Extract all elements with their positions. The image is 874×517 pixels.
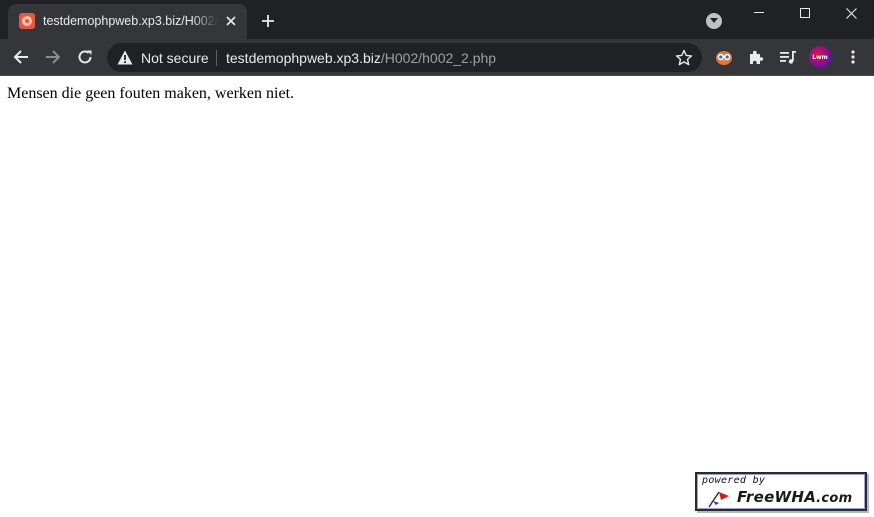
badge-powered-by: powered by	[702, 475, 766, 486]
back-arrow-icon[interactable]	[9, 45, 33, 69]
badge-brand-suffix: .com	[816, 491, 853, 506]
badge-brand: FreeWHA.com	[737, 488, 852, 506]
new-tab-button[interactable]	[258, 11, 278, 31]
forward-arrow-icon[interactable]	[41, 45, 65, 69]
omnibox-divider	[216, 50, 217, 66]
freewha-badge[interactable]: powered by FreeWHA.com	[695, 472, 867, 511]
address-bar[interactable]: Not secure testdemophpweb.xp3.biz/H002/h…	[107, 43, 702, 72]
url-path: /H002/h002_2.php	[380, 50, 497, 66]
extension-owl-icon[interactable]	[714, 47, 734, 67]
page-text: Mensen die geen fouten maken, werken nie…	[7, 85, 295, 102]
freewha-logo-icon	[708, 491, 729, 508]
reload-icon[interactable]	[73, 45, 97, 69]
security-status-label[interactable]: Not secure	[141, 50, 209, 66]
url-text[interactable]: testdemophpweb.xp3.biz/H002/h002_2.php	[226, 50, 496, 66]
extensions-puzzle-icon[interactable]	[746, 47, 766, 67]
tab-search-icon[interactable]	[706, 13, 722, 29]
browser-toolbar: Not secure testdemophpweb.xp3.biz/H002/h…	[0, 39, 874, 76]
close-window-icon[interactable]	[828, 0, 874, 26]
more-menu-icon[interactable]	[843, 47, 863, 67]
maximize-icon[interactable]	[782, 0, 828, 26]
tab-close-icon[interactable]	[223, 13, 239, 29]
badge-brand-name: FreeWHA	[737, 488, 817, 506]
url-host: testdemophpweb.xp3.biz	[226, 50, 381, 66]
profile-avatar[interactable]: Lwm	[809, 46, 831, 68]
web-page: Mensen die geen fouten maken, werken nie…	[0, 77, 874, 517]
browser-tab[interactable]: testdemophpweb.xp3.biz/H002/h002_2.php	[8, 4, 247, 39]
bookmark-star-icon[interactable]	[675, 49, 693, 67]
warning-triangle-icon[interactable]	[117, 50, 133, 65]
tab-title: testdemophpweb.xp3.biz/H002/h002_2.php	[43, 14, 218, 28]
media-playlist-icon[interactable]	[778, 47, 798, 67]
minimize-icon[interactable]	[736, 0, 782, 26]
site-favicon-icon	[19, 13, 35, 29]
tab-strip: testdemophpweb.xp3.biz/H002/h002_2.php	[0, 0, 874, 39]
